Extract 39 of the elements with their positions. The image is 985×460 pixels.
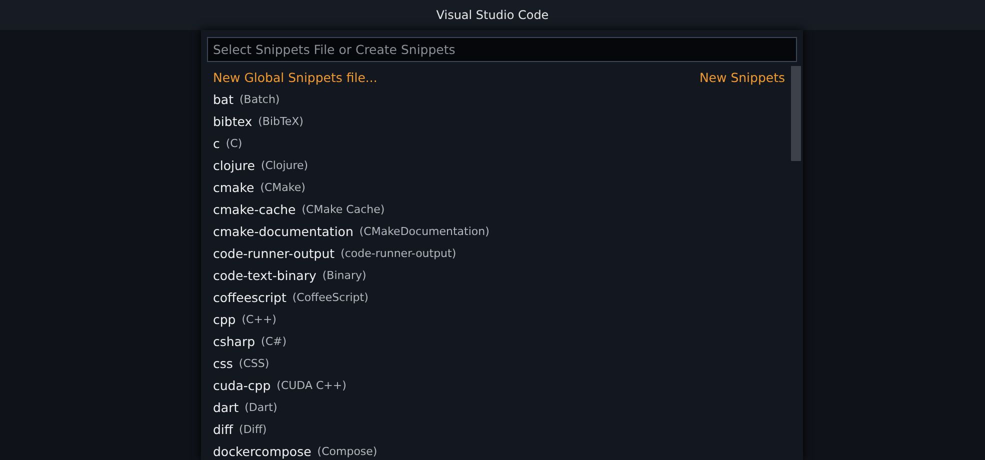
language-description: (CMake) [260,180,306,194]
language-item[interactable]: bat [213,92,234,106]
scrollbar-thumb[interactable] [791,66,801,161]
language-description: (CSS) [238,356,270,370]
language-item[interactable]: cmake-cache [213,202,296,216]
language-item[interactable]: cuda-cpp [213,378,271,392]
language-description: (C) [226,136,242,150]
language-description: (Dart) [244,400,278,414]
language-item[interactable]: clojure [213,158,255,172]
language-item[interactable]: c [213,136,220,150]
language-item[interactable]: csharp [213,334,256,348]
search-field[interactable]: Select Snippets File or Create Snippets [207,37,797,62]
language-description: (CoffeeScript) [292,290,368,304]
language-description: (CMake Cache) [302,202,385,216]
language-item[interactable]: cmake [213,180,254,194]
language-item[interactable]: dockercompose [213,444,312,458]
language-item[interactable]: cpp [213,312,236,326]
language-description: (Batch) [240,92,280,106]
language-item[interactable]: code-text-binary [213,268,316,282]
language-description: (Compose) [317,444,378,458]
language-description: (Clojure) [260,158,308,172]
language-description: (C++) [242,312,276,326]
language-description: (Binary) [322,268,366,282]
language-description: (C#) [261,334,287,348]
language-description: (CUDA C++) [276,378,346,392]
window-title: Visual Studio Code [436,8,549,22]
language-item[interactable]: code-runner-output [213,246,335,260]
language-item[interactable]: diff [213,422,234,436]
language-description: (CMakeDocumentation) [359,224,490,238]
group-label: New Snippets [699,70,785,84]
new-snippets-file-item[interactable]: New Global Snippets file... [213,70,378,84]
language-description: (code-runner-output) [340,246,456,260]
language-description: (BibTeX) [258,114,304,128]
language-item[interactable]: dart [213,400,239,414]
language-item[interactable]: coffeescript [213,290,286,304]
language-item[interactable]: css [213,356,233,370]
language-description: (Diff) [239,422,267,436]
language-item[interactable]: bibtex [213,114,252,128]
language-item[interactable]: cmake-documentation [213,224,354,238]
